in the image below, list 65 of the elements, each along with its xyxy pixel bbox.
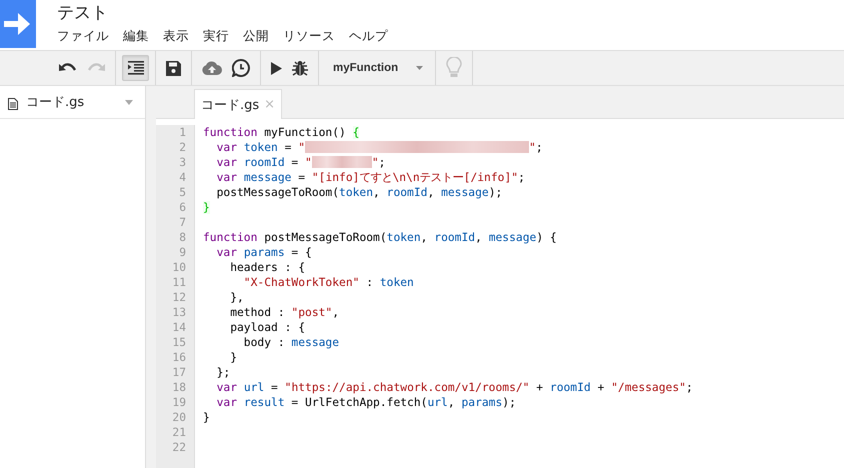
line-number: 15	[156, 335, 195, 350]
file-tab[interactable]: コード.gs ×	[194, 89, 282, 119]
menu-item[interactable]: 表示	[163, 27, 189, 44]
line-number: 1	[156, 125, 195, 140]
arrow-logo-icon[interactable]	[0, 0, 36, 48]
line-number: 17	[156, 365, 195, 380]
menu-item[interactable]: 編集	[123, 27, 149, 44]
code-line: var url = "https://api.chatwork.com/v1/rooms/" + roomId + "/messages";	[216, 380, 693, 395]
code-line: "X-ChatWorkToken" : token	[242, 275, 414, 290]
menu-item[interactable]: ファイル	[57, 27, 109, 44]
line-number: 6	[156, 200, 195, 215]
line-number: 10	[156, 260, 195, 275]
document-icon	[8, 98, 18, 110]
menu-item[interactable]: 公開	[243, 27, 269, 44]
line-number: 14	[156, 320, 195, 335]
line-number: 20	[156, 410, 195, 425]
code-line: function myFunction() {	[202, 125, 360, 140]
redo-icon	[87, 62, 105, 74]
code-line: headers : {	[229, 260, 306, 275]
code-line: postMessageToRoom(token, roomId, message);	[216, 185, 502, 200]
code-line: }	[202, 410, 210, 425]
function-select[interactable]: myFunction	[325, 55, 429, 81]
line-number: 13	[156, 305, 195, 320]
code-line: },	[229, 290, 244, 305]
code-line: var roomId = " ";	[216, 155, 386, 170]
line-number: 16	[156, 350, 195, 365]
bug-icon	[292, 60, 308, 76]
line-number: 12	[156, 290, 195, 305]
indent-icon	[128, 61, 144, 75]
code-line: function postMessageToRoom(token, roomId, message) {	[202, 230, 557, 245]
line-number: 7	[156, 215, 195, 230]
line-number: 2	[156, 140, 195, 155]
code-line: var params = {	[216, 245, 312, 260]
line-number: 5	[156, 185, 195, 200]
code-line: method : "post",	[229, 305, 340, 320]
line-number: 11	[156, 275, 195, 290]
line-number: 21	[156, 425, 195, 440]
code-line: var message = "[info]てすと\n\nテストー[/info]";	[216, 170, 525, 185]
indent-button[interactable]	[122, 55, 149, 81]
line-number: 4	[156, 170, 195, 185]
line-number: 8	[156, 230, 195, 245]
line-number: 18	[156, 380, 195, 395]
code-line: }	[229, 350, 238, 365]
line-number: 19	[156, 395, 195, 410]
code-line: body : message	[242, 335, 340, 350]
menu-item[interactable]: ヘルプ	[349, 27, 388, 44]
cloud-upload-icon	[202, 61, 222, 75]
undo-icon	[59, 62, 77, 74]
menu-item[interactable]: 実行	[203, 27, 229, 44]
file-name[interactable]: コード.gs	[26, 93, 125, 111]
file-item[interactable]: コード.gs	[0, 86, 145, 119]
code-line: payload : {	[229, 320, 306, 335]
code-line: };	[216, 365, 230, 380]
clock-icon	[232, 59, 250, 77]
code-line: var result = UrlFetchApp.fetch(url, params);	[216, 395, 516, 410]
code-line: var token = " ";	[216, 140, 543, 155]
lightbulb-icon	[446, 57, 462, 79]
caret-icon	[416, 66, 423, 70]
project-title[interactable]: テスト	[57, 2, 388, 24]
menu-item[interactable]: リソース	[283, 27, 335, 44]
line-number: 9	[156, 245, 195, 260]
line-number: 22	[156, 440, 195, 455]
gutter-background	[156, 455, 195, 468]
play-icon	[271, 62, 282, 74]
line-number: 3	[156, 155, 195, 170]
